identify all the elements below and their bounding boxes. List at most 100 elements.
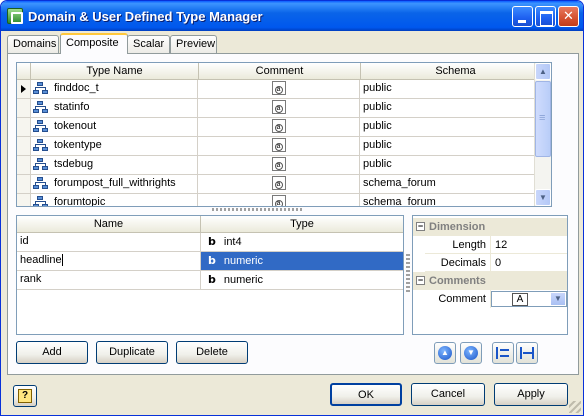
field-type-cell[interactable]: b int4 — [201, 233, 403, 251]
add-button[interactable]: Add — [16, 341, 88, 364]
collapse-icon[interactable]: − — [416, 222, 425, 231]
fields-grid[interactable]: Name Type id b int4 headline b numeric ran… — [16, 215, 404, 335]
tab-composite[interactable]: Composite — [60, 33, 128, 54]
table-row[interactable]: rank b numeric — [17, 271, 403, 290]
row-indicator — [17, 137, 31, 155]
composite-panel: Type Name Comment Schema finddoc_t a pub… — [7, 53, 579, 375]
schema-cell[interactable]: schema_forum — [360, 175, 550, 193]
comments-category[interactable]: − Comments — [413, 272, 567, 290]
duplicate-button[interactable]: Duplicate — [96, 341, 168, 364]
table-row[interactable]: tokentype a public — [17, 137, 550, 156]
col-type-name[interactable]: Type Name — [31, 63, 199, 80]
current-row-arrow-icon — [21, 85, 26, 93]
row-indicator — [17, 156, 31, 174]
minimize-button[interactable] — [512, 6, 533, 27]
types-vertical-scrollbar[interactable]: ▲ ▼ — [534, 63, 551, 206]
comment-cell[interactable]: a — [198, 137, 360, 155]
ok-button[interactable]: OK — [330, 383, 402, 406]
schema-cell[interactable]: public — [360, 80, 550, 98]
comment-cell[interactable]: a — [198, 175, 360, 193]
dimension-category[interactable]: − Dimension — [413, 218, 567, 236]
field-type-cell[interactable]: b numeric — [201, 271, 403, 289]
comment-cell[interactable]: a — [198, 118, 360, 136]
schema-cell[interactable]: schema_forum — [360, 194, 550, 206]
schema-cell[interactable]: public — [360, 137, 550, 155]
schema-cell[interactable]: public — [360, 118, 550, 136]
title-bar[interactable]: Domain & User Defined Type Manager ✕ — [1, 1, 583, 31]
move-up-button[interactable]: ▲ — [434, 342, 456, 364]
col-schema[interactable]: Schema — [361, 63, 551, 80]
arrow-down-circle-icon: ▼ — [464, 346, 478, 360]
table-row[interactable]: statinfo a public — [17, 99, 550, 118]
comment-cell[interactable]: a — [198, 194, 360, 206]
help-icon: ? — [18, 389, 32, 403]
schema-cell[interactable]: public — [360, 99, 550, 117]
type-name-cell[interactable]: statinfo — [51, 99, 198, 117]
property-grid[interactable]: − Dimension Length 12 Decimals 0 − Comment… — [412, 215, 568, 335]
arrow-up-circle-icon: ▲ — [438, 346, 452, 360]
type-name-cell[interactable]: tokenout — [51, 118, 198, 136]
col-comment[interactable]: Comment — [199, 63, 361, 80]
delete-button[interactable]: Delete — [176, 341, 248, 364]
type-name-cell[interactable]: forumtopic — [51, 194, 198, 206]
comment-property[interactable]: Comment A ▼ — [425, 290, 567, 308]
type-name-cell[interactable]: tsdebug — [51, 156, 198, 174]
resize-grip-icon[interactable] — [569, 401, 581, 413]
vertical-splitter[interactable] — [406, 254, 410, 294]
comment-dropdown[interactable]: A ▼ — [491, 291, 567, 307]
col-field-name[interactable]: Name — [17, 216, 201, 233]
comment-icon: a — [271, 119, 286, 133]
types-grid[interactable]: Type Name Comment Schema finddoc_t a pub… — [16, 62, 552, 207]
composite-type-icon — [31, 99, 51, 117]
length-property[interactable]: Length 12 — [425, 236, 567, 254]
length-value[interactable]: 12 — [491, 236, 567, 253]
table-row[interactable]: tsdebug a public — [17, 156, 550, 175]
align-right-button[interactable] — [516, 342, 538, 364]
scroll-up-icon[interactable]: ▲ — [535, 63, 551, 80]
table-row[interactable]: headline b numeric — [17, 252, 403, 271]
table-row[interactable]: forumtopic a schema_forum — [17, 194, 550, 206]
row-indicator — [17, 175, 31, 193]
decimals-value[interactable]: 0 — [491, 254, 567, 271]
field-name-cell[interactable]: rank — [17, 271, 201, 289]
type-name-cell[interactable]: tokentype — [51, 137, 198, 155]
col-field-type[interactable]: Type — [201, 216, 403, 233]
close-button[interactable]: ✕ — [558, 6, 579, 27]
type-name-cell[interactable]: finddoc_t — [51, 80, 198, 98]
align-left-button[interactable] — [492, 342, 514, 364]
scroll-thumb[interactable] — [535, 81, 551, 157]
types-grid-header: Type Name Comment Schema — [17, 63, 551, 80]
row-indicator — [17, 194, 31, 206]
align-left-icon — [496, 346, 511, 360]
field-name-cell[interactable]: id — [17, 233, 201, 251]
schema-cell[interactable]: public — [360, 156, 550, 174]
cancel-button[interactable]: Cancel — [411, 383, 485, 406]
tab-domains[interactable]: Domains — [7, 35, 59, 53]
app-icon — [7, 8, 23, 24]
decimals-property[interactable]: Decimals 0 — [425, 254, 567, 272]
scroll-down-icon[interactable]: ▼ — [535, 189, 551, 206]
composite-type-icon — [31, 80, 51, 98]
comment-cell[interactable]: a — [198, 80, 360, 98]
base-type-icon: b — [208, 235, 216, 248]
comment-cell[interactable]: a — [198, 156, 360, 174]
maximize-button[interactable] — [535, 6, 556, 27]
type-name-cell[interactable]: forumpost_full_withrights — [51, 175, 198, 193]
apply-button[interactable]: Apply — [494, 383, 568, 406]
table-row[interactable]: tokenout a public — [17, 118, 550, 137]
horizontal-splitter[interactable] — [16, 207, 552, 213]
help-button[interactable]: ? — [13, 385, 37, 407]
field-name-cell[interactable]: headline — [17, 252, 201, 270]
comment-cell[interactable]: a — [198, 99, 360, 117]
composite-type-icon — [31, 118, 51, 136]
tab-scalar[interactable]: Scalar — [127, 35, 170, 53]
table-row[interactable]: id b int4 — [17, 233, 403, 252]
move-down-button[interactable]: ▼ — [460, 342, 482, 364]
tab-preview[interactable]: Preview — [170, 35, 217, 53]
collapse-icon[interactable]: − — [416, 276, 425, 285]
composite-type-icon — [31, 156, 51, 174]
field-type-cell[interactable]: b numeric — [201, 252, 403, 270]
table-row[interactable]: forumpost_full_withrights a schema_forum — [17, 175, 550, 194]
chevron-down-icon[interactable]: ▼ — [550, 292, 566, 306]
table-row[interactable]: finddoc_t a public — [17, 80, 550, 99]
